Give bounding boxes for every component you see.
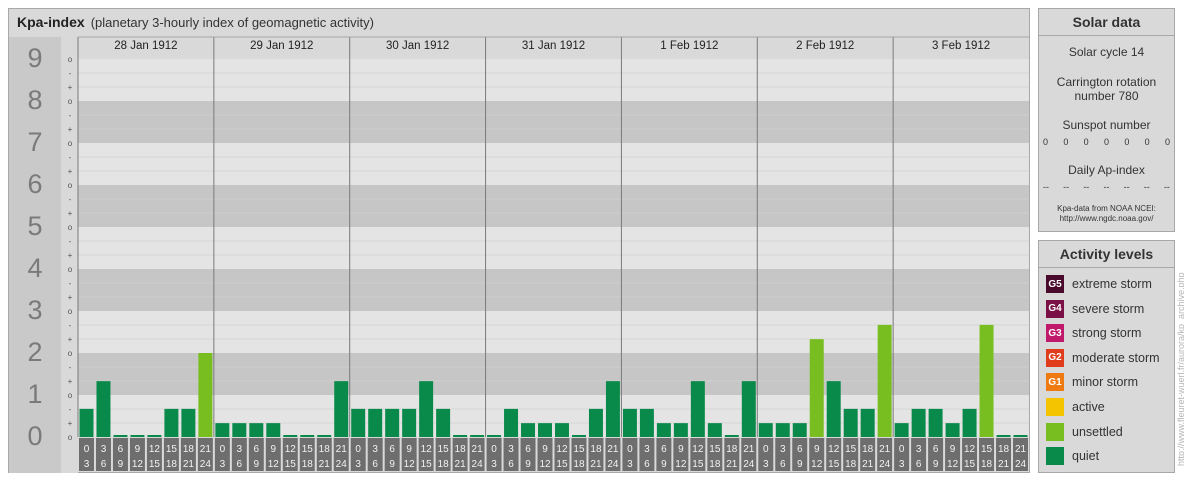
level-row-strong-storm: G3 strong storm <box>1046 324 1142 343</box>
level-label: active <box>1072 400 1105 414</box>
ap-value-0: -- <box>1043 182 1049 192</box>
chart-title-main: Kpa-index <box>17 14 85 30</box>
ap-value-5: -- <box>1143 182 1150 192</box>
ap-value-3: -- <box>1103 182 1110 192</box>
sunspot-value-2: 0 <box>1083 137 1089 147</box>
daily-ap-values: -- -- -- -- -- -- -- <box>1043 182 1170 192</box>
level-label: minor storm <box>1072 375 1138 390</box>
level-swatch: G3 <box>1046 324 1064 343</box>
level-swatch: G4 <box>1046 299 1064 318</box>
level-swatch: G1 <box>1046 373 1064 392</box>
level-label: quiet <box>1072 449 1100 464</box>
solar-data-title: Solar data <box>1039 9 1174 36</box>
watermark: http://www.fleuret-wuerl.fr/aurora/kp_ar… <box>1176 272 1184 466</box>
sunspot-value-3: 0 <box>1103 137 1109 147</box>
level-label: strong storm <box>1072 326 1142 341</box>
sunspot-value-0: 0 <box>1043 137 1049 147</box>
level-label: severe storm <box>1072 301 1145 316</box>
source-line-1: Kpa-data from NOAA NCEI: <box>1057 204 1156 213</box>
ap-value-6: -- <box>1163 182 1170 192</box>
source-line-2: http://www.ngdc.noaa.gov/ <box>1059 214 1154 223</box>
daily-ap-title: Daily Ap-index <box>1068 163 1145 177</box>
level-row-quiet: quiet <box>1046 447 1100 466</box>
ap-value-1: -- <box>1063 182 1070 192</box>
sunspot-value-4: 0 <box>1124 137 1130 147</box>
sunspot-value-5: 0 <box>1144 137 1150 147</box>
level-label: unsettled <box>1072 424 1123 439</box>
level-swatch: G5 <box>1046 275 1064 293</box>
level-swatch <box>1046 398 1064 416</box>
level-row-active: active <box>1046 398 1105 416</box>
level-row-minor-storm: G1 minor storm <box>1046 373 1138 392</box>
level-label: extreme storm <box>1072 277 1152 291</box>
kpa-index-panel <box>8 8 1030 473</box>
level-swatch <box>1046 447 1064 466</box>
level-row-unsettled: unsettled <box>1046 422 1123 441</box>
level-row-severe-storm: G4 severe storm <box>1046 299 1145 318</box>
sunspot-values: 0 0 0 0 0 0 0 <box>1043 137 1170 147</box>
level-swatch <box>1046 422 1064 441</box>
ap-value-4: -- <box>1123 182 1130 192</box>
activity-levels-panel: Activity levels G5 extreme storm G4 severe … <box>1038 240 1175 473</box>
sunspot-value-1: 0 <box>1063 137 1069 147</box>
solar-data-panel: Solar data Solar cycle 14 Carrington rot… <box>1038 8 1175 232</box>
solar-cycle-text: Solar cycle 14 <box>1068 45 1145 59</box>
level-label: moderate storm <box>1072 350 1160 365</box>
sunspot-number-title: Sunspot number <box>1062 118 1151 132</box>
activity-levels-title: Activity levels <box>1039 241 1174 268</box>
chart-subtitle: (planetary 3-hourly index of geomagnetic… <box>90 15 374 30</box>
ap-value-2: -- <box>1083 182 1090 192</box>
chart-title: Kpa-index (planetary 3-hourly index of ge… <box>17 14 374 30</box>
level-swatch: G2 <box>1046 348 1064 367</box>
level-row-extreme-storm: G5 extreme storm <box>1046 275 1152 293</box>
carrington-rotation-text: Carrington rotation number 780 <box>1056 75 1157 103</box>
level-row-moderate-storm: G2 moderate storm <box>1046 348 1160 367</box>
sunspot-value-6: 0 <box>1164 137 1170 147</box>
